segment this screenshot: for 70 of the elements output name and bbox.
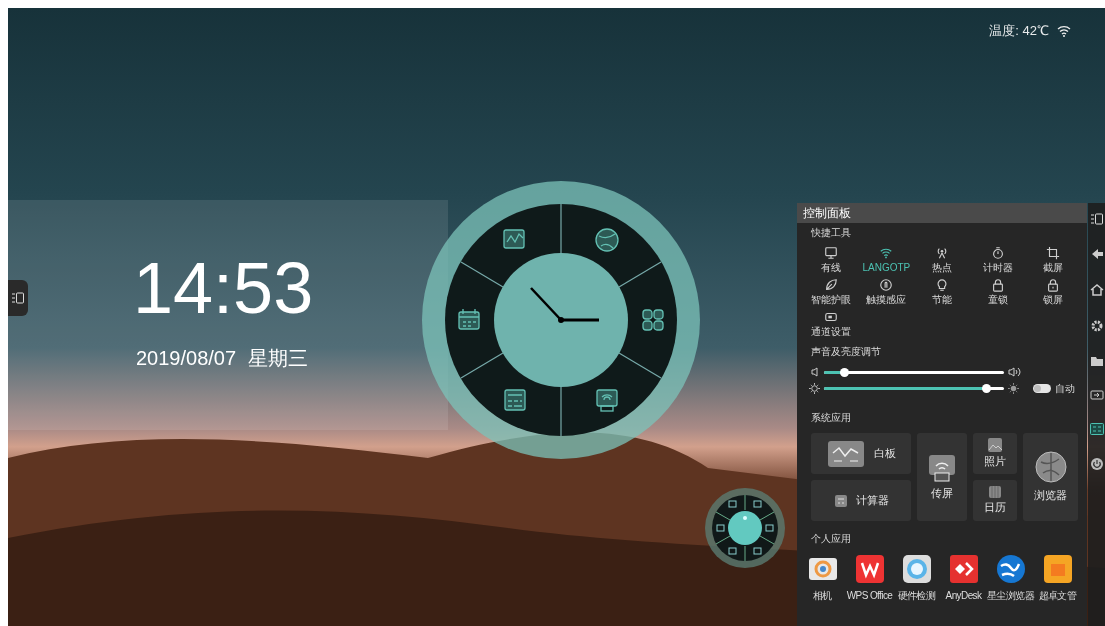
speaker-low-icon [811,367,820,377]
quick-tool-button[interactable]: 智能护眼 [803,278,859,306]
section-heading: 个人应用 [810,532,852,546]
calculator-icon [833,493,848,508]
wifi-icon [1057,24,1071,37]
quick-tool-button[interactable]: 触摸感应 [858,278,915,306]
app-shortcut[interactable]: AnyDesk [940,554,987,603]
wifi-icon [879,246,894,260]
section-heading: 声音及亮度调节 [810,345,882,359]
brightness-low-icon [809,383,820,394]
slider-thumb[interactable] [839,367,849,377]
home-icon[interactable] [1089,283,1104,297]
antenna-icon [935,246,949,260]
app-shortcut[interactable]: 相机 [799,554,846,603]
speaker-high-icon [1008,367,1022,377]
image-icon [987,437,1003,454]
app-tile[interactable]: 传屏 [917,433,967,521]
quick-tool-button[interactable]: 截屏 [1025,246,1081,274]
app-shortcut[interactable]: 超卓文管 [1034,554,1081,603]
volume-slider[interactable] [824,370,1004,374]
app-tile[interactable]: 浏览器 [1023,433,1078,521]
clock-time: 14:53 [133,252,314,324]
side-tab-button[interactable] [8,280,28,316]
lock-icon [1046,278,1061,292]
section-heading: 快捷工具 [810,226,852,240]
app-tile[interactable]: 白板 [811,433,911,474]
input-icon [823,310,838,324]
date-text: 2019/08/07 [136,346,237,371]
app-tile[interactable]: 计算器 [811,480,911,521]
slider-thumb[interactable] [982,384,991,393]
toggle-label: 自动 [1055,382,1075,396]
floating-menu-drawing[interactable] [704,487,786,569]
lock-icon [990,278,1005,292]
lightbulb-icon [935,278,949,292]
app-shortcut[interactable]: 星尘浏览器 [987,554,1034,603]
app-tile[interactable]: 日历 [973,480,1017,521]
whiteboard-icon [826,438,866,469]
temperature-text: 温度: 42℃ [989,22,1049,40]
section-heading: 系统应用 [810,411,852,425]
touch-icon [879,278,894,292]
cast-icon [927,452,957,483]
panel-icon[interactable] [1089,213,1104,225]
quick-tool-button[interactable]: 锁屏 [1025,278,1081,306]
panel-icon [11,292,25,304]
quick-tool-button[interactable]: LANGOTP [858,246,915,274]
app-shortcut[interactable]: WPS Office [846,554,893,603]
auto-toggle[interactable] [1033,384,1051,393]
quick-tool-button[interactable]: 通道设置 [803,310,859,338]
app-shortcut[interactable]: 硬件检测 [893,554,940,603]
weekday-text: 星期三 [248,346,309,371]
settings-icon[interactable] [1089,319,1104,333]
quick-tool-button[interactable]: 童锁 [969,278,1026,306]
quick-tool-button[interactable]: 热点 [914,246,970,274]
quick-tool-button[interactable]: 节能 [914,278,970,306]
globe-icon [1034,450,1067,483]
globe-icon [995,554,1026,584]
brightness-slider[interactable] [824,387,1004,390]
stopwatch-icon [990,246,1005,260]
brightness-high-icon [1008,383,1019,394]
monitor-icon [823,246,838,260]
quick-tool-button[interactable]: 计时器 [969,246,1026,274]
quick-tool-button[interactable]: 有线 [803,246,859,274]
panel-icon[interactable] [1089,423,1104,435]
wps-logo-icon [854,554,885,584]
crop-icon [1046,246,1061,260]
input-icon[interactable] [1089,389,1104,401]
panel-title: 控制面板 [797,203,1087,223]
app-tile[interactable]: 照片 [973,433,1017,474]
power-icon[interactable] [1089,457,1104,471]
leaf-icon [823,278,838,292]
